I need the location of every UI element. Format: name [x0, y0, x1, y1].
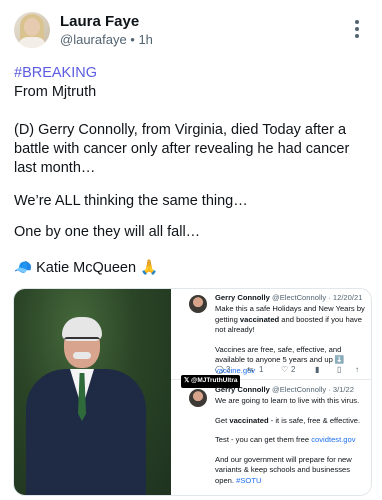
tweet1-avatar: [189, 295, 207, 313]
watermark-text: @MJTruthUltra: [191, 377, 238, 384]
tweet2-text-2b: - it is safe, free & effective.: [268, 415, 361, 425]
tweet1-actions: ◯ 3 ⇆ 1 ♡ 2 ▮ ▯ ↑: [215, 365, 365, 375]
tweet1-name: Gerry Connolly: [215, 293, 270, 302]
like-icon: ♡: [281, 365, 289, 374]
tweet2-meta: @ElectConnolly · 3/1/22: [271, 385, 354, 394]
politician-photo: [14, 289, 171, 495]
tweet2-link: covidtest.gov: [311, 435, 356, 444]
tweet2-text-1: We are going to learn to live with this …: [215, 396, 360, 405]
tweet1-bold: vaccinated: [239, 314, 280, 324]
share-icon: ↑: [355, 365, 359, 374]
post-card: Laura Faye @laurafaye • 1h #BREAKING Fro…: [0, 0, 382, 500]
tweet2-text-3: Test - you can get them free: [215, 435, 312, 444]
tweet1-retweet-count: 1: [259, 365, 264, 374]
down-arrow-icon: ⬇️: [334, 355, 345, 364]
tweet2-name: Gerry Connolly: [215, 385, 270, 394]
tweet1-text-c: Vaccines are free, safe, effective, and …: [215, 344, 342, 365]
tweet1-header: Gerry Connolly @ElectConnolly · 12/20/21: [215, 293, 362, 304]
tweet2-hashtag: #SOTU: [236, 475, 262, 485]
tweet2-bold: vaccinated: [229, 415, 269, 425]
photo-glasses: [64, 337, 100, 347]
post-signature: 🧢 Katie McQueen 🙏: [14, 260, 159, 276]
tweet-screenshots: Gerry Connolly @ElectConnolly · 12/20/21…: [171, 289, 371, 495]
tweet1-like-count: 2: [291, 365, 296, 374]
tweet2-header: Gerry Connolly @ElectConnolly · 3/1/22: [215, 385, 354, 396]
tweet2-body: We are going to learn to live with this …: [215, 396, 367, 495]
author-avatar[interactable]: [14, 12, 50, 48]
tweet1-reply-count: 3: [226, 365, 231, 374]
tweet2-text-2a: Get: [215, 415, 230, 425]
avatar-face: [24, 18, 40, 36]
post-media-image[interactable]: Gerry Connolly @ElectConnolly · 12/20/21…: [13, 288, 372, 496]
author-handle-time: @laurafaye • 1h: [60, 32, 153, 47]
retweet-icon: ⇆: [247, 365, 254, 374]
post-paragraph-1: (D) Gerry Connolly, from Virginia, died …: [14, 122, 350, 176]
views-icon: ▮: [315, 365, 320, 374]
post-line-source: From Mjtruth: [14, 84, 97, 100]
avatar-shirt: [18, 37, 46, 48]
author-name[interactable]: Laura Faye: [60, 13, 139, 30]
post-paragraph-2: We’re ALL thinking the same thing…: [14, 193, 248, 209]
tweet2-avatar: [189, 389, 207, 407]
hashtag-breaking[interactable]: #BREAKING: [14, 64, 97, 83]
reply-icon: ◯: [215, 365, 224, 374]
tweet1-meta: @ElectConnolly · 12/20/21: [271, 293, 363, 302]
bookmark-icon: ▯: [337, 365, 342, 374]
photo-mustache: [73, 352, 91, 359]
more-options-icon[interactable]: [350, 20, 364, 40]
post-paragraph-3: One by one they will all fall…: [14, 224, 201, 240]
